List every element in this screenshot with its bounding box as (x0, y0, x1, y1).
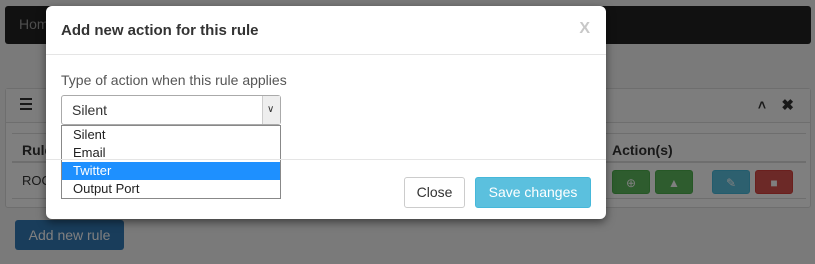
modal-title: Add new action for this rule (61, 22, 259, 39)
add-action-modal: Add new action for this rule X Type of a… (46, 6, 606, 219)
save-changes-button[interactable]: Save changes (475, 177, 591, 208)
action-type-label: Type of action when this rule applies (61, 72, 287, 88)
select-caret[interactable]: ∨ (262, 96, 280, 124)
modal-header: Add new action for this rule X (46, 6, 606, 55)
option-silent[interactable]: Silent (62, 126, 280, 144)
modal-close-x[interactable]: X (579, 20, 590, 38)
modal-footer: Close Save changes (46, 159, 606, 219)
action-type-select[interactable]: Silent ∨ (61, 95, 281, 125)
chevron-down-icon: ∨ (267, 104, 275, 115)
close-button[interactable]: Close (404, 177, 465, 208)
select-value: Silent (72, 102, 108, 118)
